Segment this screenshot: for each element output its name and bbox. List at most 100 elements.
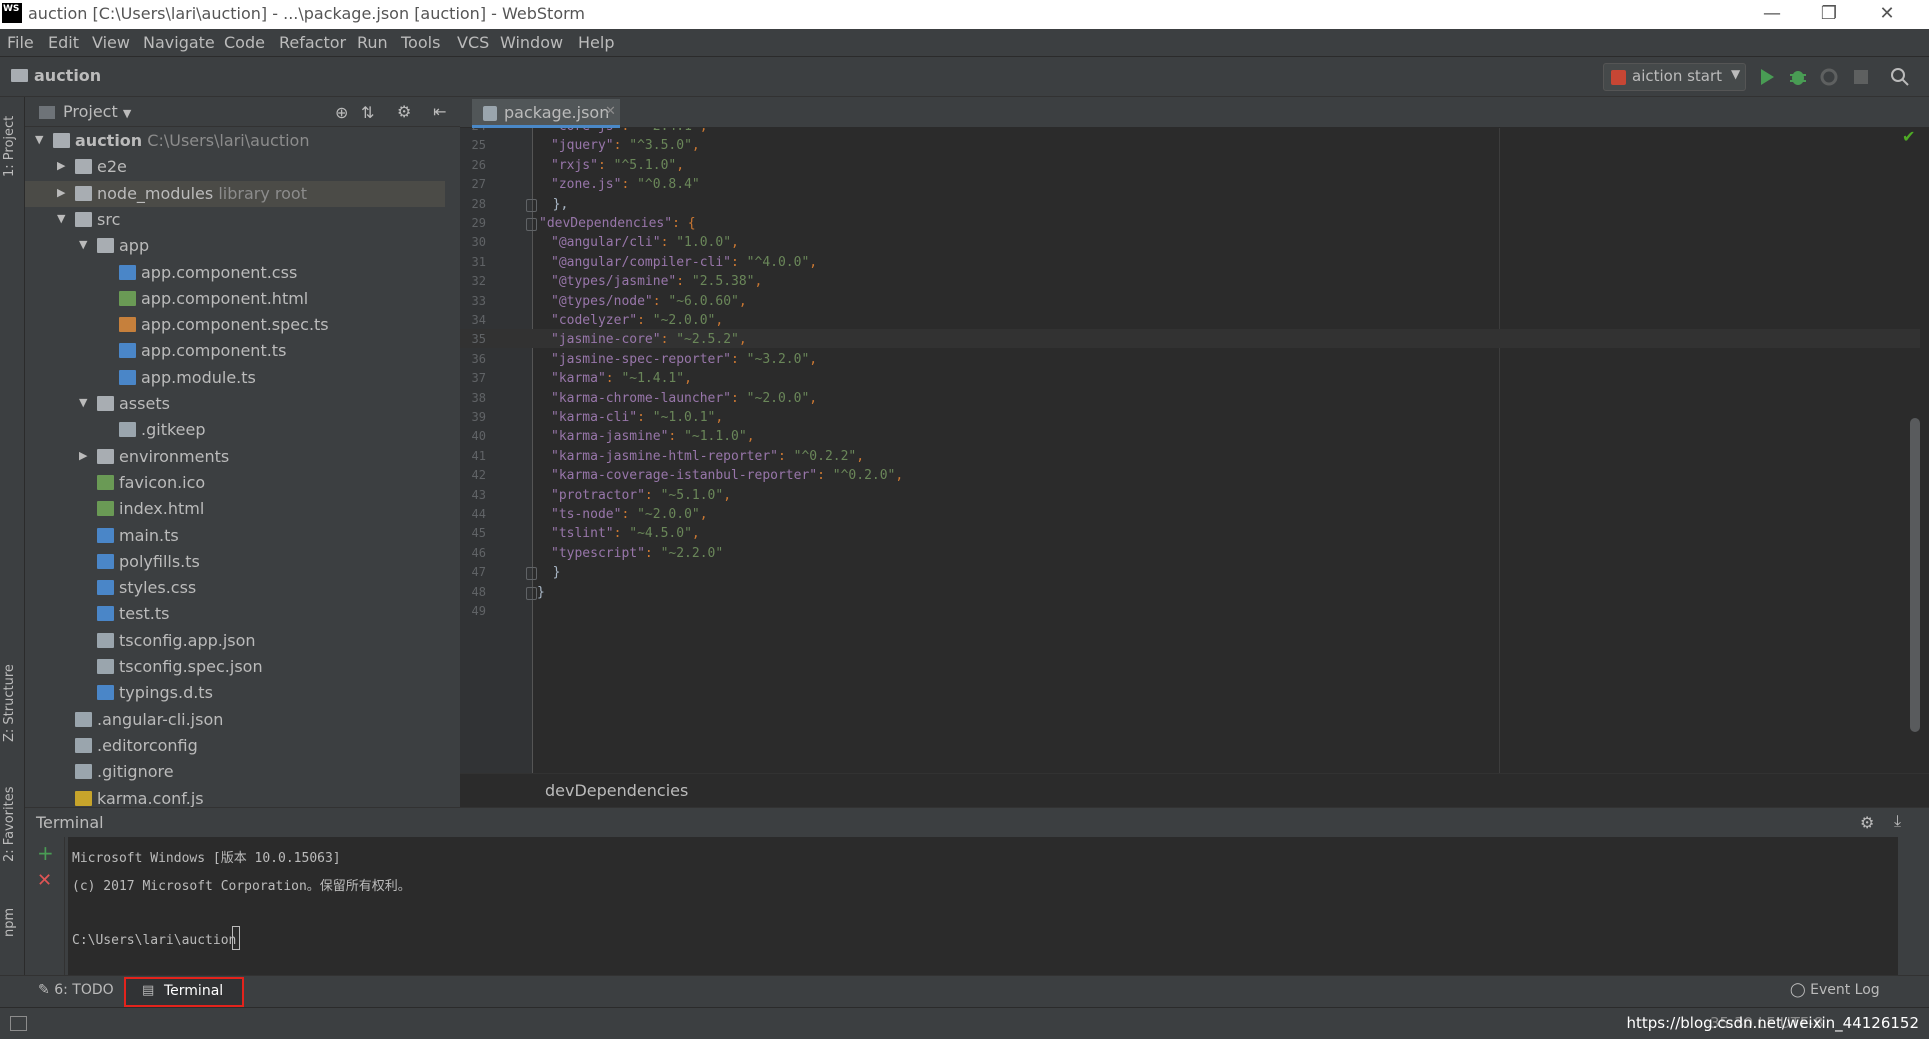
close-tab-icon[interactable]: ✕ [605, 104, 616, 119]
fold-marker-icon[interactable] [526, 586, 537, 600]
tab-structure[interactable]: Z: Structure [2, 664, 17, 742]
tree-item[interactable]: tsconfig.spec.json [25, 654, 445, 680]
stop-icon[interactable] [1851, 67, 1871, 87]
tree-item[interactable]: app.component.css [25, 260, 445, 286]
file-file-icon [119, 422, 136, 438]
run-icon[interactable] [1757, 67, 1777, 87]
restore-icon[interactable]: ❐ [1806, 0, 1852, 29]
tree-item[interactable]: polyfills.ts [25, 549, 445, 575]
menu-view[interactable]: View [92, 33, 130, 52]
gear-icon[interactable]: ⚙ [397, 102, 411, 121]
minimize-icon[interactable]: — [1749, 0, 1795, 29]
line-number: 38 [471, 390, 486, 405]
code-text: "jquery": "^3.5.0", [551, 138, 700, 154]
code-line: 29 "devDependencies": { [460, 213, 1920, 232]
tree-item[interactable]: app.module.ts [25, 365, 445, 391]
code-editor[interactable]: 24 "core-js": "^2.4.1", 25 "jquery": "^3.5.… [460, 128, 1929, 773]
tree-item[interactable]: tsconfig.app.json [25, 628, 445, 654]
coverage-icon[interactable] [1819, 67, 1839, 87]
tree-item[interactable]: ▼ auction C:\Users\lari\auction [25, 128, 445, 154]
hide-panel-icon[interactable]: ⤓ [1894, 811, 1901, 831]
expanded-arrow-icon[interactable]: ▼ [79, 238, 87, 251]
fold-marker-icon[interactable] [526, 198, 537, 212]
tree-item-label: app [119, 236, 150, 256]
event-log-tab[interactable]: ◯ Event Log [1790, 982, 1880, 998]
menu-tools[interactable]: Tools [401, 33, 440, 52]
expanded-arrow-icon[interactable]: ▼ [79, 396, 87, 409]
line-number: 47 [471, 565, 486, 580]
code-line: 45 "tslint": "~4.5.0", [460, 523, 1920, 542]
tree-item[interactable]: app.component.ts [25, 338, 445, 364]
line-number: 43 [471, 487, 486, 502]
debug-icon[interactable] [1788, 67, 1808, 87]
terminal-output[interactable]: Microsoft Windows [版本 10.0.15063] (c) 20… [68, 837, 1898, 975]
search-icon[interactable] [1890, 67, 1910, 87]
menu-run[interactable]: Run [357, 33, 388, 52]
project-panel-header: Project ▼ ⊕ ⇅ ⚙ ⇤ [25, 97, 460, 127]
hide-panel-icon[interactable]: ⇤ [433, 102, 446, 121]
collapse-all-icon[interactable]: ⇅ [361, 103, 374, 122]
tree-item[interactable]: ▼ assets [25, 391, 445, 417]
gear-icon[interactable]: ⚙ [1860, 813, 1874, 832]
collapsed-arrow-icon[interactable]: ▶ [79, 449, 87, 462]
editor-breadcrumb[interactable]: devDependencies [545, 781, 688, 800]
collapsed-arrow-icon[interactable]: ▶ [57, 159, 65, 172]
locate-icon[interactable]: ⊕ [335, 103, 348, 122]
code-line: 44 "ts-node": "~2.0.0", [460, 504, 1920, 523]
fold-marker-icon[interactable] [526, 218, 537, 231]
menu-refactor[interactable]: Refactor [279, 33, 346, 52]
tree-item[interactable]: index.html [25, 496, 445, 522]
tree-item[interactable]: favicon.ico [25, 470, 445, 496]
tree-item[interactable]: ▶ environments [25, 444, 445, 470]
tab-package-json[interactable]: package.json ✕ [472, 99, 620, 128]
todo-tab[interactable]: ✎ 6: TODO [38, 982, 114, 998]
code-text: } [537, 584, 545, 600]
tool-windows-icon[interactable] [10, 1016, 27, 1031]
tab-favorites[interactable]: 2: Favorites [2, 786, 17, 862]
menu-vcs[interactable]: VCS [457, 33, 489, 52]
breadcrumb-project[interactable]: auction [34, 66, 101, 85]
run-configuration-label: aiction start [1632, 67, 1723, 85]
menu-edit[interactable]: Edit [48, 33, 79, 52]
run-configuration-select[interactable]: aiction start ▼ [1603, 63, 1746, 91]
tab-project[interactable]: 1: Project [2, 116, 17, 177]
editor-breadcrumb-bar: devDependencies [460, 773, 1929, 807]
menu-code[interactable]: Code [224, 33, 265, 52]
tree-item[interactable]: .gitignore [25, 759, 445, 785]
tree-item[interactable]: ▼ src [25, 207, 445, 233]
collapsed-arrow-icon[interactable]: ▶ [57, 186, 65, 199]
project-view-select[interactable]: Project ▼ [63, 102, 131, 121]
tab-npm[interactable]: npm [2, 908, 17, 937]
tree-item[interactable]: typings.d.ts [25, 680, 445, 706]
new-session-icon[interactable]: + [37, 841, 54, 865]
tree-item[interactable]: ▶ e2e [25, 154, 445, 180]
tree-item[interactable]: karma.conf.js [25, 786, 445, 807]
terminal-tab[interactable]: ▤ Terminal [124, 977, 244, 1007]
tree-item[interactable]: ▼ app [25, 233, 445, 259]
tree-item[interactable]: styles.css [25, 575, 445, 601]
expanded-arrow-icon[interactable]: ▼ [35, 133, 43, 146]
tree-item[interactable]: .angular-cli.json [25, 707, 445, 733]
expanded-arrow-icon[interactable]: ▼ [57, 212, 65, 225]
terminal-tab-label: Terminal [164, 983, 224, 999]
editor-scrollbar[interactable] [1910, 418, 1920, 732]
tree-item[interactable]: .gitkeep [25, 417, 445, 443]
tree-item[interactable]: test.ts [25, 601, 445, 627]
close-window-icon[interactable]: ✕ [1864, 0, 1910, 29]
menu-help[interactable]: Help [578, 33, 614, 52]
fold-marker-icon[interactable] [526, 567, 537, 581]
line-number: 24 [460, 128, 486, 133]
menu-navigate[interactable]: Navigate [143, 33, 215, 52]
tree-item[interactable]: .editorconfig [25, 733, 445, 759]
tree-item-label: tsconfig.spec.json [119, 657, 263, 676]
navigation-bar: auction aiction start ▼ [0, 57, 1929, 97]
tree-item[interactable]: main.ts [25, 523, 445, 549]
line-number: 36 [471, 351, 486, 366]
tree-item[interactable]: app.component.spec.ts [25, 312, 445, 338]
tree-item[interactable]: ▶ node_modules library root [25, 180, 445, 207]
tree-item[interactable]: app.component.html [25, 286, 445, 312]
menu-window[interactable]: Window [500, 33, 563, 52]
close-session-icon[interactable]: ✕ [37, 870, 52, 891]
menu-file[interactable]: File [7, 33, 34, 52]
line-number: 32 [471, 274, 486, 289]
